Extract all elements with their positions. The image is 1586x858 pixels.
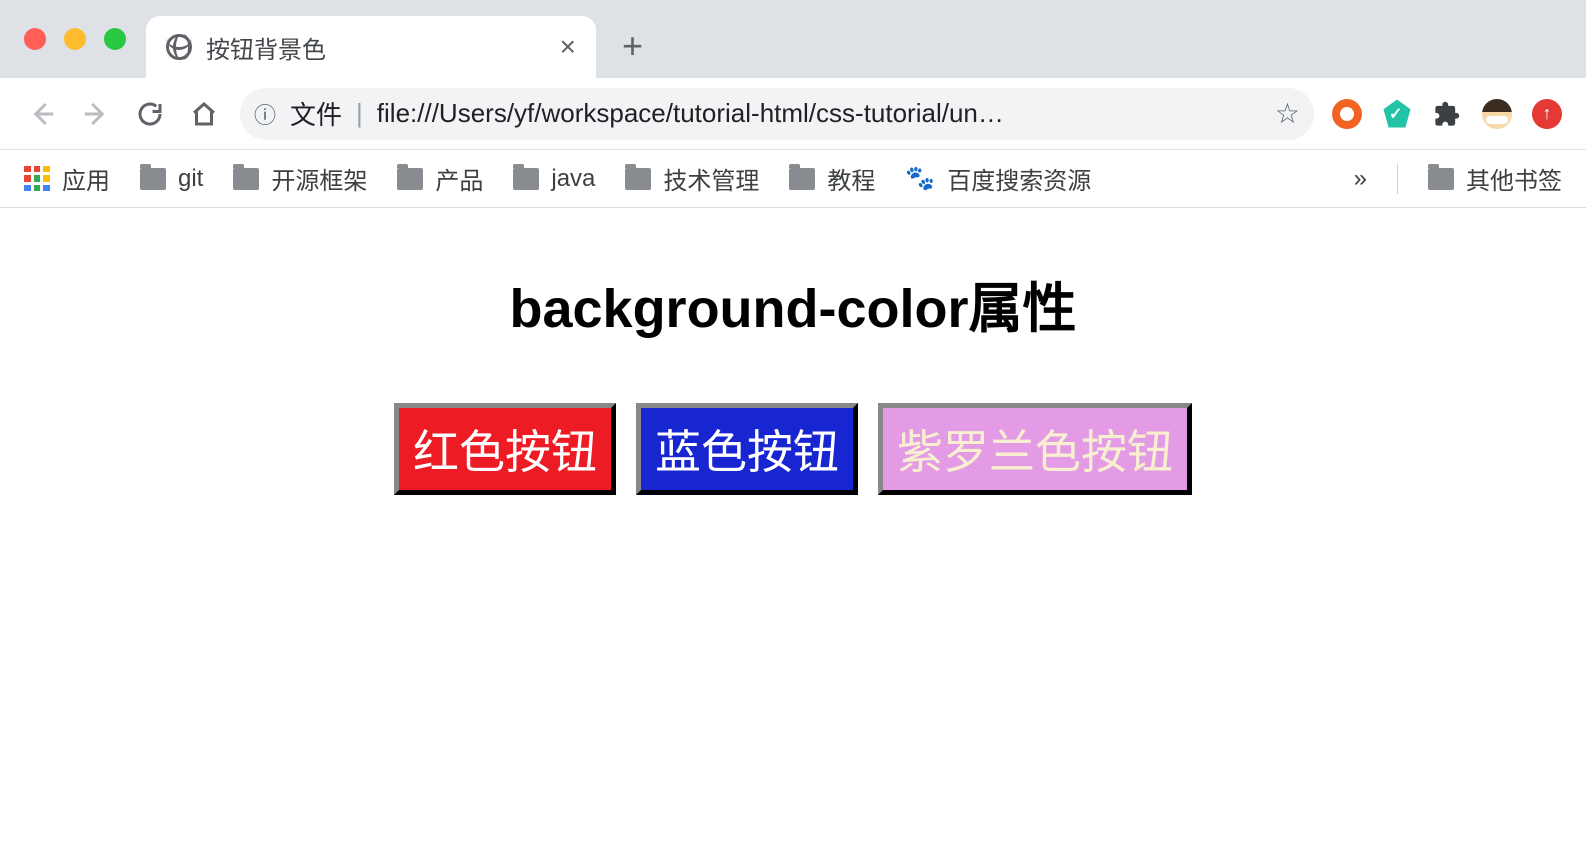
bookmark-apps[interactable]: 应用: [24, 161, 110, 196]
url-scheme-label: 文件: [290, 95, 342, 132]
extension-icons: ↑: [1332, 99, 1562, 129]
folder-icon: [513, 168, 539, 190]
new-tab-button[interactable]: +: [622, 28, 643, 64]
blue-button[interactable]: 蓝色按钮: [636, 403, 858, 495]
bookmark-baidu[interactable]: 🐾 百度搜索资源: [905, 161, 1091, 196]
window-maximize-button[interactable]: [104, 28, 126, 50]
bookmark-label: 开源框架: [271, 161, 367, 196]
page-heading: background-color属性: [0, 264, 1586, 343]
folder-icon: [140, 168, 166, 190]
bookmark-folder-opensource[interactable]: 开源框架: [233, 161, 367, 196]
reload-icon: [135, 99, 165, 129]
close-tab-button[interactable]: ×: [560, 33, 576, 61]
bookmark-label: java: [551, 165, 595, 193]
bookmark-label: git: [178, 165, 203, 193]
apps-grid-icon: [24, 166, 50, 192]
extension-circle-icon[interactable]: [1332, 99, 1362, 129]
tab-title: 按钮背景色: [206, 30, 546, 65]
bookmark-label: 百度搜索资源: [947, 161, 1091, 196]
site-info-icon[interactable]: ⓘ: [254, 98, 276, 130]
home-button[interactable]: [186, 96, 222, 132]
bookmark-folder-tutorial[interactable]: 教程: [789, 161, 875, 196]
extensions-button[interactable]: [1432, 99, 1462, 129]
bookmark-star-button[interactable]: ☆: [1275, 97, 1300, 130]
bookmark-apps-label: 应用: [62, 161, 110, 196]
browser-window: 按钮背景色 × + ⓘ 文件 | file:///Users/yf/worksp…: [0, 0, 1586, 858]
bookmark-label: 其他书签: [1466, 161, 1562, 196]
profile-avatar[interactable]: [1482, 99, 1512, 129]
forward-button[interactable]: [78, 96, 114, 132]
violet-button[interactable]: 紫罗兰色按钮: [878, 403, 1192, 495]
overflow-label: »: [1354, 165, 1367, 193]
bookmark-label: 技术管理: [663, 161, 759, 196]
bookmark-label: 产品: [435, 161, 483, 196]
separator: |: [356, 98, 363, 129]
folder-icon: [233, 168, 259, 190]
folder-icon: [1428, 168, 1454, 190]
globe-icon: [166, 34, 192, 60]
arrow-left-icon: [27, 99, 57, 129]
other-bookmarks-folder[interactable]: 其他书签: [1428, 161, 1562, 196]
window-close-button[interactable]: [24, 28, 46, 50]
button-row: 红色按钮 蓝色按钮 紫罗兰色按钮: [0, 403, 1586, 495]
toolbar: ⓘ 文件 | file:///Users/yf/workspace/tutori…: [0, 78, 1586, 150]
folder-icon: [789, 168, 815, 190]
home-icon: [189, 99, 219, 129]
page-viewport: background-color属性 红色按钮 蓝色按钮 紫罗兰色按钮: [0, 208, 1586, 858]
bookmarks-overflow-button[interactable]: »: [1354, 165, 1367, 193]
baidu-icon: 🐾: [905, 164, 935, 193]
window-controls: [24, 28, 126, 50]
extension-update-icon[interactable]: ↑: [1532, 99, 1562, 129]
red-button[interactable]: 红色按钮: [394, 403, 616, 495]
address-bar[interactable]: ⓘ 文件 | file:///Users/yf/workspace/tutori…: [240, 88, 1314, 140]
bookmark-folder-techmgmt[interactable]: 技术管理: [625, 161, 759, 196]
page-content: background-color属性 红色按钮 蓝色按钮 紫罗兰色按钮: [0, 208, 1586, 495]
extension-shield-icon[interactable]: [1382, 100, 1412, 128]
bookmark-folder-product[interactable]: 产品: [397, 161, 483, 196]
bookmark-folder-git[interactable]: git: [140, 165, 203, 193]
titlebar: 按钮背景色 × +: [0, 0, 1586, 78]
bookmark-folder-java[interactable]: java: [513, 165, 595, 193]
bookmark-label: 教程: [827, 161, 875, 196]
puzzle-icon: [1433, 100, 1461, 128]
window-minimize-button[interactable]: [64, 28, 86, 50]
folder-icon: [397, 168, 423, 190]
browser-tab[interactable]: 按钮背景色 ×: [146, 16, 596, 78]
reload-button[interactable]: [132, 96, 168, 132]
folder-icon: [625, 168, 651, 190]
bookmarks-bar: 应用 git 开源框架 产品 java 技术管理 教程 🐾 百度搜索资源: [0, 150, 1586, 208]
divider: [1397, 164, 1398, 194]
back-button[interactable]: [24, 96, 60, 132]
tabstrip: 按钮背景色 × +: [146, 16, 643, 78]
arrow-right-icon: [81, 99, 111, 129]
url-text: file:///Users/yf/workspace/tutorial-html…: [377, 98, 1261, 129]
